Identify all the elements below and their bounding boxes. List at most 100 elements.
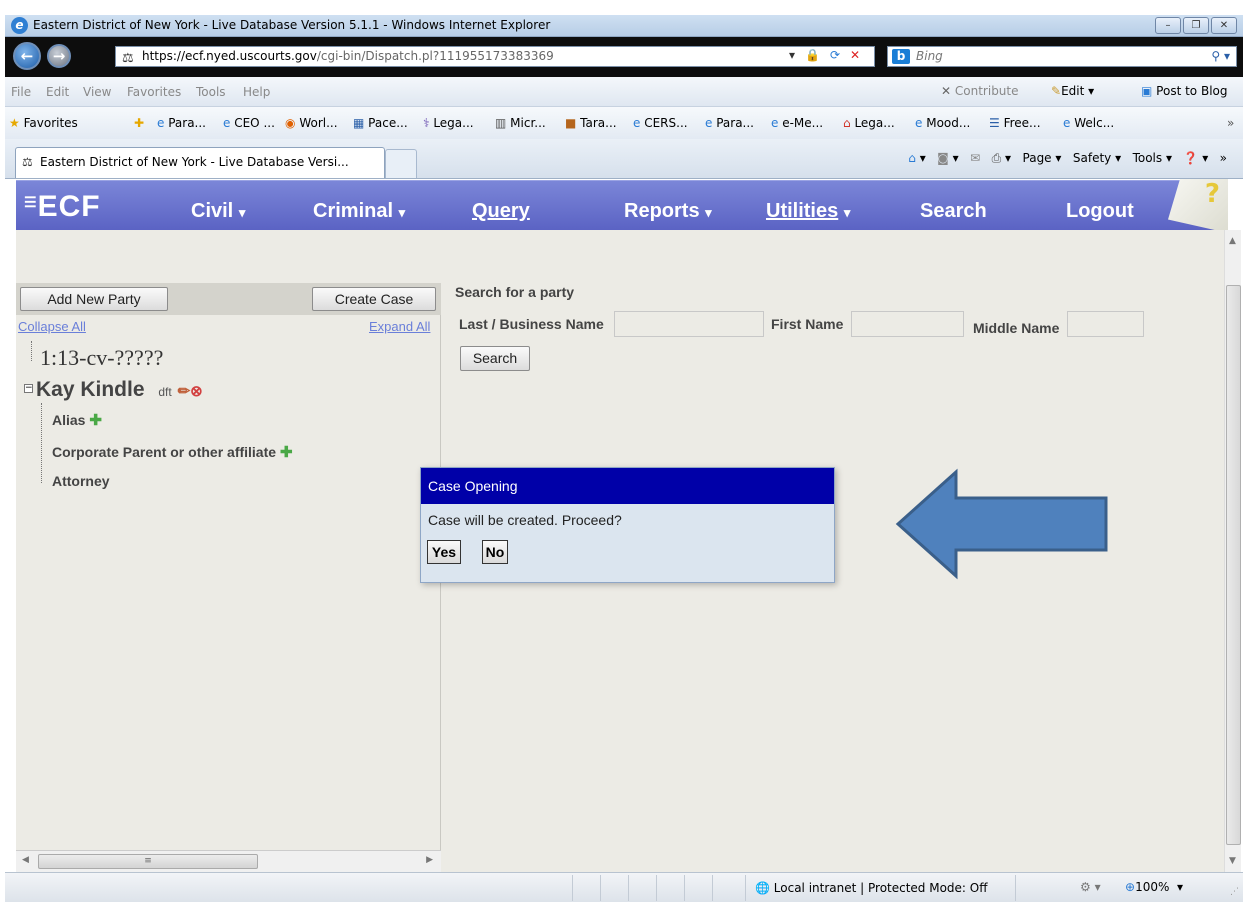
search-button[interactable]: Search: [460, 346, 530, 371]
fav-link-label: Micr...: [510, 116, 546, 130]
scroll-right-icon[interactable]: ▶: [426, 855, 433, 865]
fav-link[interactable]: e CEO ...: [223, 116, 275, 130]
nav-query[interactable]: Query: [472, 200, 530, 223]
add-person-icon[interactable]: ✚: [280, 444, 293, 461]
last-name-label: Last / Business Name: [459, 316, 604, 332]
menu-help[interactable]: Help: [243, 85, 270, 99]
scrollbar-thumb[interactable]: ≡: [38, 854, 258, 869]
dropdown-icon[interactable]: ▾: [789, 48, 795, 62]
search-heading: Search for a party: [455, 284, 575, 300]
ie-page-icon: e: [1063, 116, 1071, 130]
favorites-button[interactable]: ★ Favorites: [9, 116, 78, 130]
fav-link[interactable]: ▥ Micr...: [495, 116, 546, 130]
last-name-input[interactable]: [614, 311, 764, 337]
mail-icon[interactable]: ✉: [970, 151, 980, 165]
fav-link[interactable]: ⚕ Lega...: [423, 116, 474, 130]
fav-link-label: CEO ...: [234, 116, 275, 130]
fav-link[interactable]: e Para...: [705, 116, 754, 130]
search-icon[interactable]: ⚲ ▾: [1211, 47, 1230, 66]
help-icon[interactable]: ❓: [1183, 151, 1198, 165]
refresh-icon[interactable]: ⟳: [830, 48, 840, 62]
expand-all-link[interactable]: Expand All: [369, 319, 430, 334]
menu-edit[interactable]: Edit: [46, 85, 69, 99]
scroll-left-icon[interactable]: ◀: [22, 855, 29, 865]
zoom-control[interactable]: ⊕100% ▾: [1125, 880, 1183, 894]
fav-link[interactable]: ■ Tara...: [565, 116, 617, 130]
contribute-button[interactable]: ✕ Contribute: [941, 84, 1019, 98]
browser-tab[interactable]: ⚖ Eastern District of New York - Live Da…: [15, 147, 385, 178]
tree-item-attorney[interactable]: Attorney: [52, 473, 110, 489]
collapse-all-link[interactable]: Collapse All: [18, 319, 86, 334]
status-divider: [572, 875, 573, 901]
address-bar[interactable]: ⚖ https://ecf.nyed.uscourts.gov/cgi-bin/…: [115, 46, 875, 67]
search-input[interactable]: b Bing ⚲ ▾: [887, 46, 1237, 67]
menu-file[interactable]: File: [11, 85, 31, 99]
photo-icon: ■: [565, 116, 577, 130]
scrollbar-thumb[interactable]: [1226, 285, 1241, 845]
fav-link[interactable]: ▦ Pace...: [353, 116, 408, 130]
nav-utilities[interactable]: Utilities ▾: [766, 200, 850, 223]
edit-button[interactable]: ✎Edit ▾: [1051, 84, 1094, 98]
add-new-party-button[interactable]: Add New Party: [20, 287, 168, 311]
add-person-icon[interactable]: ✚: [89, 412, 102, 429]
tools-menu[interactable]: Tools ▾: [1133, 151, 1172, 165]
minimize-button[interactable]: –: [1155, 17, 1181, 34]
fav-link[interactable]: ◉ Worl...: [285, 116, 338, 130]
close-button[interactable]: ✕: [1211, 17, 1237, 34]
scroll-down-icon[interactable]: ▼: [1229, 856, 1236, 866]
menu-favorites[interactable]: Favorites: [127, 85, 181, 99]
delete-icon[interactable]: ⊗: [190, 383, 203, 400]
fav-link[interactable]: e Mood...: [915, 116, 970, 130]
fav-link[interactable]: e e-Me...: [771, 116, 823, 130]
menu-tools[interactable]: Tools: [196, 85, 226, 99]
feeds-icon[interactable]: ◙: [937, 151, 949, 165]
back-button[interactable]: ←: [13, 42, 41, 70]
fav-link[interactable]: e Para...: [157, 116, 206, 130]
fav-link[interactable]: e Welc...: [1063, 116, 1114, 130]
nav-logout[interactable]: Logout: [1066, 200, 1134, 223]
nav-reports[interactable]: Reports ▾: [624, 200, 712, 223]
stop-icon[interactable]: ✕: [850, 48, 860, 62]
new-tab-button[interactable]: [385, 149, 417, 178]
menu-view[interactable]: View: [83, 85, 111, 99]
forward-button[interactable]: →: [47, 44, 71, 68]
post-to-blog-button[interactable]: ▣ Post to Blog: [1141, 84, 1227, 98]
home-icon[interactable]: ⌂: [908, 151, 916, 165]
yes-button[interactable]: Yes: [427, 540, 461, 564]
lock-icon[interactable]: 🔒: [805, 48, 820, 62]
create-case-button[interactable]: Create Case: [312, 287, 436, 311]
horizontal-scrollbar[interactable]: ◀ ≡ ▶: [16, 850, 441, 872]
tree-item-corporate-parent[interactable]: Corporate Parent or other affiliate ✚: [52, 443, 293, 461]
no-button[interactable]: No: [482, 540, 508, 564]
zone-status[interactable]: 🌐 Local intranet | Protected Mode: Off: [755, 881, 988, 895]
fav-link[interactable]: ☰ Free...: [989, 116, 1041, 130]
fav-link[interactable]: ⌂ Lega...: [843, 116, 895, 130]
ecf-logo[interactable]: ☰ECF: [24, 190, 101, 224]
restore-button[interactable]: ❐: [1183, 17, 1209, 34]
nav-civil-label: Civil: [191, 200, 234, 222]
status-divider: [628, 875, 629, 901]
fav-link-label: Mood...: [926, 116, 971, 130]
middle-name-input[interactable]: [1067, 311, 1144, 337]
scroll-up-icon[interactable]: ▲: [1229, 236, 1236, 246]
print-icon[interactable]: ⎙: [992, 151, 1002, 165]
address-bar-actions: ▾ 🔒 ⟳ ✕: [789, 48, 860, 62]
protected-mode-icon[interactable]: ⚙ ▾: [1080, 880, 1101, 894]
chevron-right-icon[interactable]: »: [1227, 116, 1234, 130]
help-page-curl[interactable]: ?: [1168, 179, 1228, 233]
bing-icon: b: [892, 49, 910, 64]
tree-item-alias[interactable]: Alias ✚: [52, 411, 102, 429]
page-menu[interactable]: Page ▾: [1023, 151, 1062, 165]
safety-menu[interactable]: Safety ▾: [1073, 151, 1121, 165]
vertical-scrollbar[interactable]: ▲ ▼: [1224, 230, 1241, 872]
nav-civil[interactable]: Civil ▾: [191, 200, 245, 223]
nav-criminal[interactable]: Criminal ▾: [313, 200, 405, 223]
resize-grip-icon[interactable]: ⋰: [1230, 887, 1239, 897]
edit-pencil-icon[interactable]: ✏: [178, 383, 191, 400]
nav-search[interactable]: Search: [920, 200, 987, 223]
fav-link[interactable]: e CERS...: [633, 116, 688, 130]
add-favorite-icon[interactable]: ✚: [134, 116, 144, 130]
first-name-input[interactable]: [851, 311, 964, 337]
party-node[interactable]: Kay Kindle dft ✏⊗: [36, 378, 203, 402]
collapse-toggle-icon[interactable]: −: [24, 384, 33, 393]
